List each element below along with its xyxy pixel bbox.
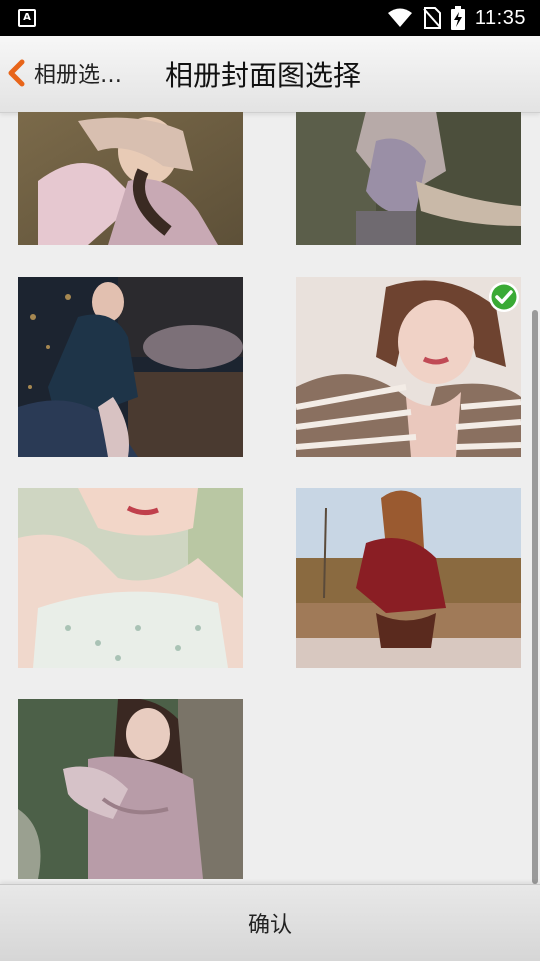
title-bar: 相册选… 相册封面图选择 (0, 36, 540, 113)
confirm-button[interactable]: 确认 (0, 885, 540, 961)
selected-check-icon (489, 282, 519, 312)
back-button[interactable]: 相册选… (6, 50, 122, 96)
photo-thumbnail[interactable] (18, 488, 243, 668)
photo-thumbnail[interactable] (18, 699, 243, 879)
photo-thumbnail[interactable] (296, 277, 521, 457)
photo-1-image (18, 112, 243, 245)
wifi-icon (387, 8, 412, 27)
bottom-bar: 确认 (0, 884, 540, 961)
photo-thumbnail[interactable] (296, 488, 521, 668)
chevron-left-icon (8, 59, 25, 87)
battery-charging-icon (450, 6, 465, 30)
app-notification-icon: A (18, 9, 36, 27)
photo-thumbnail[interactable] (18, 112, 243, 245)
no-sim-icon (423, 7, 441, 29)
photo-2-image (296, 112, 521, 245)
status-time: 11:35 (474, 6, 526, 29)
photo-7-image (18, 699, 243, 879)
photo-thumbnail[interactable] (296, 112, 521, 245)
photo-grid (0, 112, 540, 884)
photo-5-image (18, 488, 243, 668)
photo-6-image (296, 488, 521, 668)
back-label: 相册选… (34, 63, 123, 88)
photo-3-image (18, 277, 243, 457)
scrollbar[interactable] (532, 310, 538, 884)
page-title: 相册封面图选择 (165, 59, 362, 92)
photo-thumbnail[interactable] (18, 277, 243, 457)
status-bar: A 11:35 (0, 0, 540, 36)
